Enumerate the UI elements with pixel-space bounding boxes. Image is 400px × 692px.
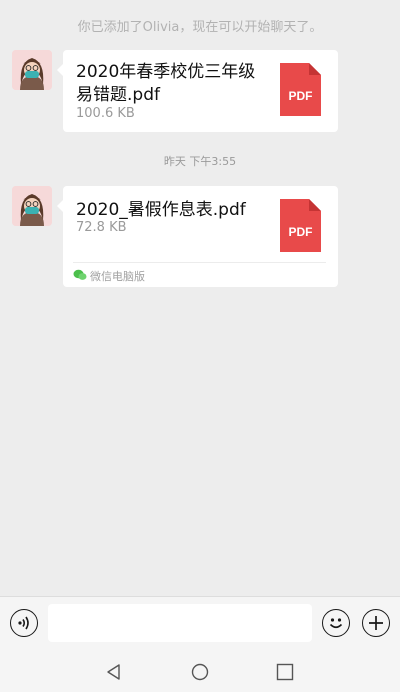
pdf-file-icon: PDF	[280, 199, 321, 252]
pdf-badge-label: PDF	[288, 225, 313, 239]
file-name: 2020_暑假作息表.pdf	[76, 200, 246, 220]
chat-area: 你已添加了Olivia，现在可以开始聊天了。 2020年春季校优三年级易错题.p…	[0, 0, 400, 596]
nav-recent-icon[interactable]	[276, 663, 294, 681]
file-message[interactable]: 2020年春季校优三年级易错题.pdf 100.6 KB PDF	[57, 50, 338, 132]
plus-icon	[369, 616, 383, 630]
file-message[interactable]: 2020_暑假作息表.pdf 72.8 KB PDF 微信电脑版	[57, 186, 338, 287]
file-name: 2020年春季校优三年级易错题.pdf	[76, 62, 256, 105]
avatar[interactable]	[12, 186, 52, 226]
message-input[interactable]	[48, 604, 312, 642]
avatar-girl-icon	[12, 186, 52, 226]
file-size: 72.8 KB	[76, 220, 127, 235]
source-row: 微信电脑版	[73, 262, 326, 286]
system-message: 你已添加了Olivia，现在可以开始聊天了。	[77, 20, 323, 35]
voice-button[interactable]	[10, 609, 38, 637]
avatar-girl-icon	[12, 50, 52, 90]
source-label: 微信电脑版	[90, 270, 145, 283]
avatar[interactable]	[12, 50, 52, 90]
voice-icon	[18, 616, 29, 630]
pdf-badge-label: PDF	[288, 89, 313, 103]
file-size: 100.6 KB	[76, 106, 135, 121]
add-button[interactable]	[362, 609, 390, 637]
system-nav-bar	[0, 650, 400, 692]
nav-home-icon[interactable]	[191, 663, 209, 681]
input-bar	[0, 596, 400, 650]
wechat-logo-icon	[73, 269, 87, 280]
emoji-icon	[329, 618, 343, 629]
pdf-file-icon: PDF	[280, 63, 321, 116]
emoji-button[interactable]	[322, 609, 350, 637]
timestamp: 昨天 下午3:55	[163, 155, 237, 168]
nav-back-icon[interactable]	[105, 663, 123, 681]
